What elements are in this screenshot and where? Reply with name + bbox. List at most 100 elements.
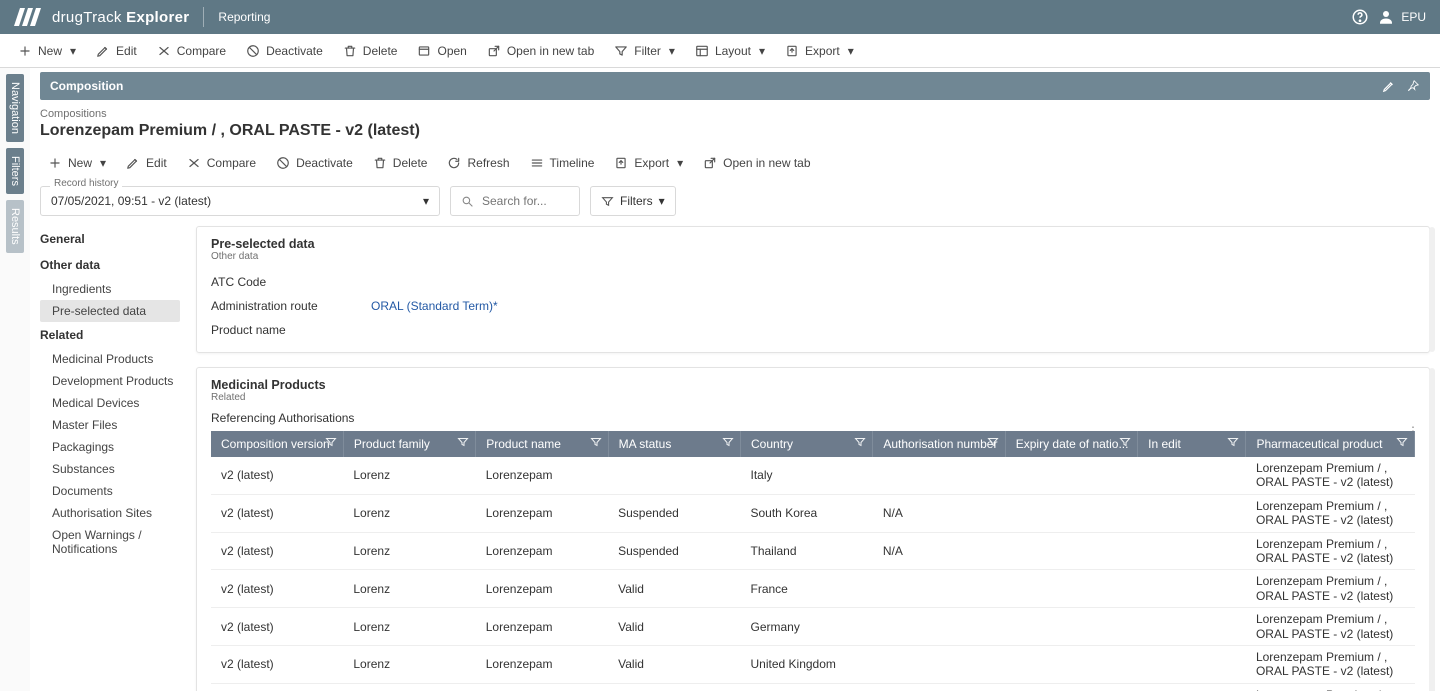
pin-icon[interactable]	[1406, 79, 1420, 93]
filter-icon[interactable]	[722, 436, 734, 448]
col-product-name[interactable]: Product name	[476, 431, 608, 457]
record-compare-button[interactable]: Compare	[179, 150, 264, 176]
search-input[interactable]	[480, 193, 570, 209]
nav-item-open-warnings-notifications[interactable]: Open Warnings / Notifications	[40, 524, 180, 560]
col-product-family[interactable]: Product family	[343, 431, 475, 457]
edit-icon[interactable]	[1382, 79, 1396, 93]
record-delete-button[interactable]: Delete	[365, 150, 436, 176]
table-row[interactable]: v2 (latest)LorenzLorenzepamItalyLorenzep…	[211, 457, 1415, 494]
cell-pf: Lorenz	[343, 645, 475, 683]
filter-icon[interactable]	[1119, 436, 1131, 448]
col-composition-version[interactable]: Composition version	[211, 431, 343, 457]
field-value[interactable]: ORAL (Standard Term)*	[371, 299, 498, 313]
nav-group-related[interactable]: Related	[40, 322, 180, 348]
nav-item-packagings[interactable]: Packagings	[40, 436, 180, 458]
global-export-button[interactable]: Export▾	[777, 38, 862, 64]
cell-pp: Lorenzepam Premium / , ORAL PASTE - v2 (…	[1246, 532, 1415, 570]
nav-item-development-products[interactable]: Development Products	[40, 370, 180, 392]
col-country[interactable]: Country	[741, 431, 873, 457]
filter-icon[interactable]	[590, 436, 602, 448]
nav-item-documents[interactable]: Documents	[40, 480, 180, 502]
table-row[interactable]: v2 (latest)LorenzLorenzepamValidUnited S…	[211, 683, 1415, 691]
table-row[interactable]: v2 (latest)LorenzLorenzepamValidGermanyL…	[211, 608, 1415, 646]
nav-item-substances[interactable]: Substances	[40, 458, 180, 480]
reporting-link[interactable]: Reporting	[218, 10, 270, 24]
cell-co: United Kingdom	[741, 645, 873, 683]
cell-ma: Suspended	[608, 494, 740, 532]
filter-icon[interactable]	[987, 436, 999, 448]
composition-bar: Composition	[40, 72, 1430, 100]
filter-icon[interactable]	[1227, 436, 1239, 448]
breadcrumb[interactable]: Compositions	[40, 108, 1430, 120]
record-deactivate-button[interactable]: Deactivate	[268, 150, 361, 176]
nav-item-authorisation-sites[interactable]: Authorisation Sites	[40, 502, 180, 524]
chevron-down-icon: ▾	[100, 156, 106, 170]
nav-item-medical-devices[interactable]: Medical Devices	[40, 392, 180, 414]
global-open-in-new-tab-button[interactable]: Open in new tab	[479, 38, 602, 64]
nav-item-pre-selected-data[interactable]: Pre-selected data	[40, 300, 180, 322]
layout-icon	[695, 44, 709, 58]
global-open-button[interactable]: Open	[409, 38, 474, 64]
filter-icon[interactable]	[1396, 436, 1408, 448]
cell-pn: Lorenzepam	[476, 532, 608, 570]
col-authorisation-number[interactable]: Authorisation number	[873, 431, 1005, 457]
col-pharmaceutical-product[interactable]: Pharmaceutical product	[1246, 431, 1415, 457]
nav-group-other-data[interactable]: Other data	[40, 252, 180, 278]
cell-cv: v2 (latest)	[211, 683, 343, 691]
rail-tab-filters[interactable]: Filters	[6, 148, 24, 194]
deactivate-icon	[246, 44, 260, 58]
cell-ie	[1138, 457, 1246, 494]
nav-item-medicinal-products[interactable]: Medicinal Products	[40, 348, 180, 370]
export-icon	[785, 44, 799, 58]
global-filter-button[interactable]: Filter▾	[606, 38, 683, 64]
chevron-down-icon: ▾	[759, 44, 765, 58]
section-medicinal-products: Medicinal Products Related ⋮ Referencing…	[196, 367, 1430, 691]
global-compare-button[interactable]: Compare	[149, 38, 234, 64]
cell-cv: v2 (latest)	[211, 645, 343, 683]
field-label: ATC Code	[211, 275, 371, 289]
filters-button[interactable]: Filters ▾	[590, 186, 676, 216]
col-in-edit[interactable]: In edit	[1138, 431, 1246, 457]
help-icon[interactable]	[1347, 4, 1373, 30]
table-row[interactable]: v2 (latest)LorenzLorenzepamValidFranceLo…	[211, 570, 1415, 608]
cell-pp: Lorenzepam Premium / , ORAL PASTE - v2 (…	[1246, 457, 1415, 494]
filter-icon[interactable]	[457, 436, 469, 448]
table-row[interactable]: v2 (latest)LorenzLorenzepamSuspendedSout…	[211, 494, 1415, 532]
record-edit-button[interactable]: Edit	[118, 150, 175, 176]
record-new-button[interactable]: New▾	[40, 150, 114, 176]
table-row[interactable]: v2 (latest)LorenzLorenzepamValidUnited K…	[211, 645, 1415, 683]
record-refresh-button[interactable]: Refresh	[439, 150, 517, 176]
col-ma-status[interactable]: MA status	[608, 431, 740, 457]
cell-ie	[1138, 645, 1246, 683]
chevron-down-icon: ▾	[669, 44, 675, 58]
composition-title: Composition	[50, 79, 123, 93]
global-delete-button[interactable]: Delete	[335, 38, 406, 64]
record-export-button[interactable]: Export▾	[606, 150, 691, 176]
table-row[interactable]: v2 (latest)LorenzLorenzepamSuspendedThai…	[211, 532, 1415, 570]
user-menu[interactable]: EPU	[1377, 8, 1426, 26]
cell-ma: Valid	[608, 683, 740, 691]
record-toolbar: New▾EditCompareDeactivateDeleteRefreshTi…	[40, 150, 1430, 176]
nav-item-master-files[interactable]: Master Files	[40, 414, 180, 436]
cell-co: United States	[741, 683, 873, 691]
col-expiry-date-of-natio-[interactable]: Expiry date of natio...	[1005, 431, 1137, 457]
global-new-button[interactable]: New▾	[10, 38, 84, 64]
rail-tab-results[interactable]: Results	[6, 200, 24, 253]
timeline-icon	[530, 156, 544, 170]
record-timeline-button[interactable]: Timeline	[522, 150, 603, 176]
record-open-in-new-tab-button[interactable]: Open in new tab	[695, 150, 818, 176]
global-deactivate-button[interactable]: Deactivate	[238, 38, 331, 64]
record-history-field[interactable]: Record history 07/05/2021, 09:51 - v2 (l…	[40, 186, 440, 216]
cell-cv: v2 (latest)	[211, 457, 343, 494]
search-box[interactable]	[450, 186, 580, 216]
filter-icon[interactable]	[854, 436, 866, 448]
nav-group-general[interactable]: General	[40, 226, 180, 252]
nav-item-ingredients[interactable]: Ingredients	[40, 278, 180, 300]
section-preselected: Pre-selected data Other data ATC CodeAdm…	[196, 226, 1430, 353]
cell-pf: Lorenz	[343, 457, 475, 494]
global-edit-button[interactable]: Edit	[88, 38, 145, 64]
filter-icon[interactable]	[325, 436, 337, 448]
global-layout-button[interactable]: Layout▾	[687, 38, 773, 64]
filter-icon	[601, 195, 614, 208]
rail-tab-navigation[interactable]: Navigation	[6, 74, 24, 142]
